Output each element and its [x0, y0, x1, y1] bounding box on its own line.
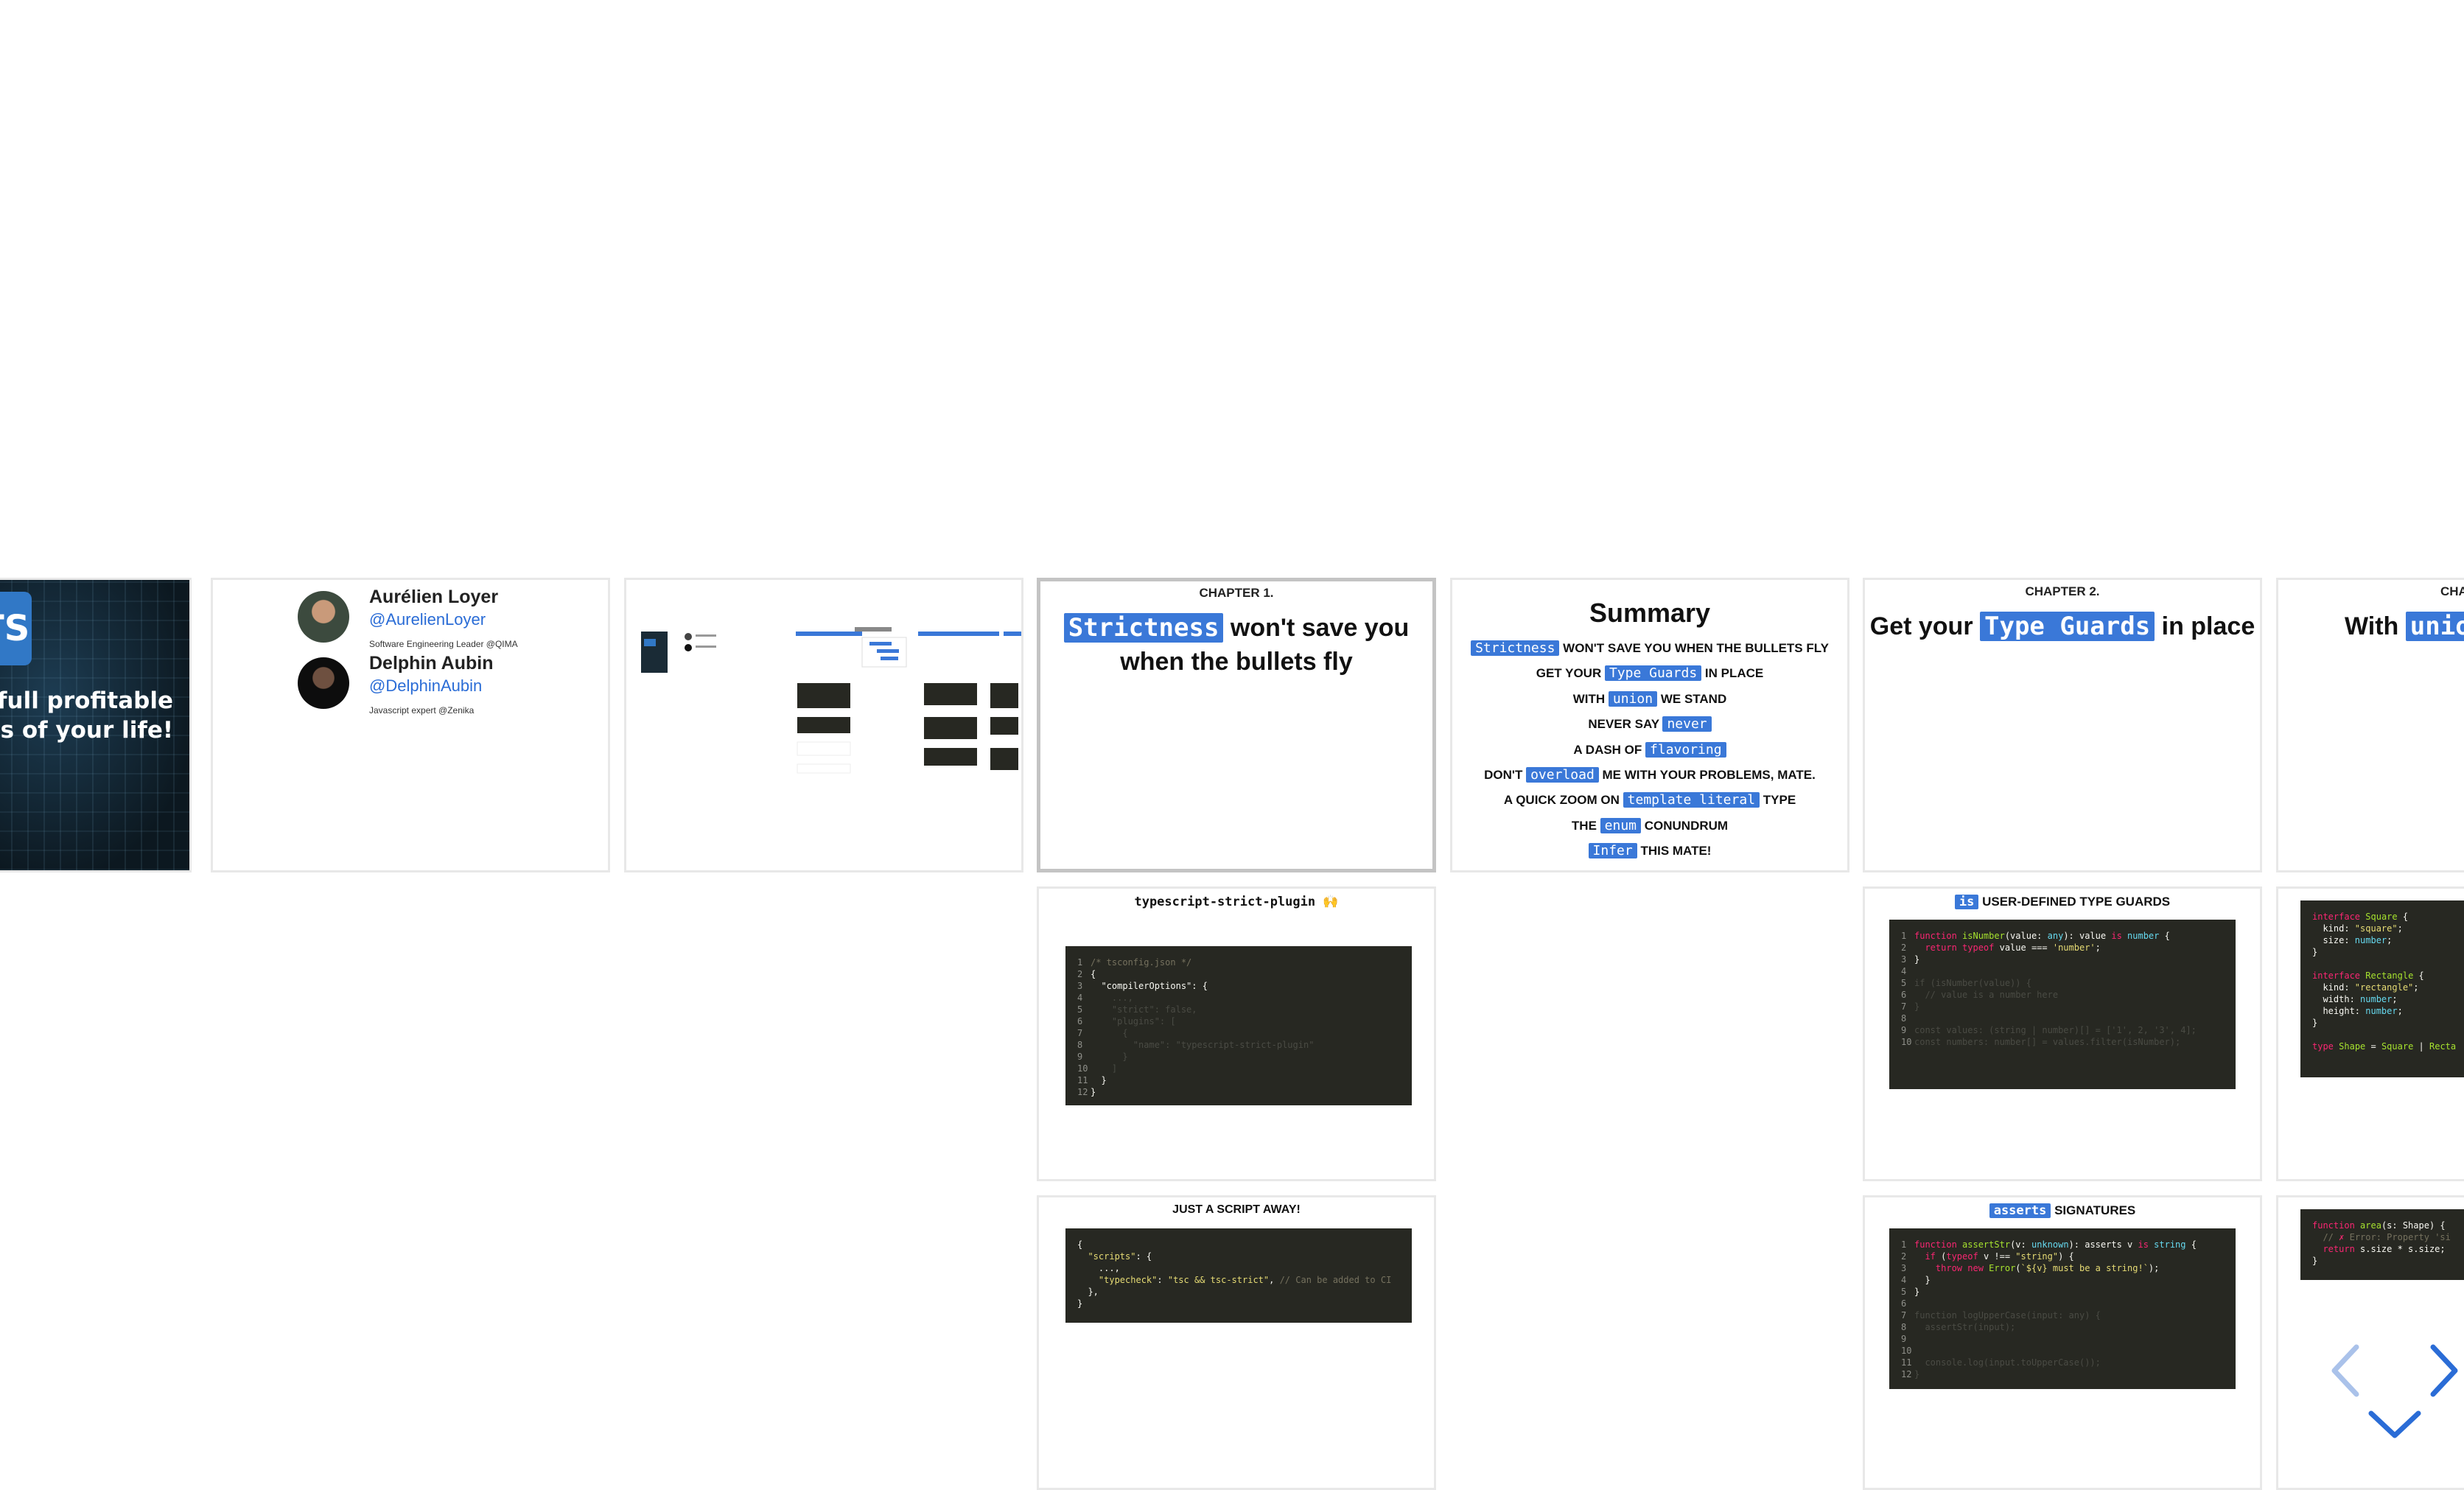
slide-overview-map[interactable] [624, 578, 1023, 872]
summary-item: A DASH OF flavoring [1452, 738, 1847, 763]
cover-title-line-1: nfull profitable [0, 688, 173, 714]
slide-user-guards[interactable]: is USER-DEFINED TYPE GUARDS 1 function is… [1863, 886, 2262, 1181]
chapter-title: With unio [2345, 609, 2464, 643]
summary-item: Infer THIS MATE! [1452, 839, 1847, 864]
slide-heading: asserts SIGNATURES [1865, 1203, 2260, 1218]
chevron-down-icon [2368, 1410, 2421, 1438]
code-block: { "scripts": { ..., "typecheck": "tsc &&… [1065, 1228, 1412, 1323]
author-handle[interactable]: @DelphinAubin [369, 676, 482, 696]
author-name: Aurélien Loyer [369, 587, 499, 607]
author-role: Javascript expert @Zenika [369, 705, 475, 716]
overview-map-thumbnail [641, 627, 1021, 774]
code-block: 1 function assertStr(v: unknown): asserts… [1889, 1228, 2236, 1389]
summary-item: WITH union WE STAND [1572, 690, 1727, 707]
chapter-label: CHA [2440, 584, 2464, 598]
chevron-left-icon [2331, 1344, 2359, 1397]
slide-chapter-2[interactable]: CHAPTER 2. Get your Type Guards in place [1863, 578, 2262, 872]
typescript-logo: TS [0, 592, 32, 665]
author-name: Delphin Aubin [369, 653, 494, 674]
summary-item: A QUICK ZOOM ON template literal TYPE [1503, 792, 1796, 808]
chevron-right-icon [2430, 1344, 2458, 1397]
highlight-keyword: Type Guards [1980, 612, 2155, 641]
summary-item: GET YOUR Type Guards IN PLACE [1536, 665, 1764, 682]
previous-slide-button[interactable] [2328, 1343, 2361, 1399]
author-role: Software Engineering Leader @QIMA [369, 639, 518, 649]
summary-item: THE enum CONUNDRUM [1571, 817, 1729, 833]
chapter-label: CHAPTER 2. [2025, 584, 2100, 598]
chapter-title: Get your Type Guards in place [1869, 612, 2255, 641]
slide-authors[interactable]: Aurélien Loyer @AurelienLoyer Software E… [211, 578, 610, 872]
summary-list: Strictness WON'T SAVE YOU WHEN THE BULLE… [1452, 636, 1847, 864]
slide-strict-plugin[interactable]: typescript-strict-plugin 🙌 1/* tsconfig.… [1037, 886, 1436, 1181]
code-block: 1/* tsconfig.json */ 2{ 3 "compilerOptio… [1065, 946, 1412, 1105]
slide-heading: is USER-DEFINED TYPE GUARDS [1865, 895, 2260, 909]
highlight-keyword: Strictness [1063, 613, 1224, 643]
slide-heading: typescript-strict-plugin 🙌 [1134, 895, 1339, 909]
chapter-label: CHAPTER 1. [1199, 586, 1274, 600]
author-handle[interactable]: @AurelienLoyer [369, 610, 486, 629]
code-block: 1 function isNumber(value: any): value is… [1889, 920, 2236, 1089]
avatar [298, 657, 349, 709]
slide-chapter-3[interactable]: CHA With unio [2276, 578, 2464, 872]
avatar [298, 591, 349, 643]
summary-title: Summary [1589, 598, 1711, 628]
cover-title-line-2: tes of your life! [0, 717, 173, 744]
summary-item: NEVER SAY never [1452, 712, 1847, 737]
chapter-title: Strictness won't save you when the bulle… [1040, 611, 1432, 679]
slide-cover[interactable]: TS nfull profitable tes of your life! [0, 578, 192, 872]
slide-asserts[interactable]: asserts SIGNATURES 1 function assertStr(v… [1863, 1195, 2262, 1490]
next-slide-button[interactable] [2429, 1343, 2461, 1399]
code-block: interface Square { kind: "square"; size:… [2300, 900, 2464, 1077]
summary-item: DON'T overload ME WITH YOUR PROBLEMS, MA… [1484, 767, 1816, 783]
slide-chapter-1[interactable]: CHAPTER 1. Strictness won't save you whe… [1037, 578, 1436, 872]
slide-union-shapes[interactable]: interface Square { kind: "square"; size:… [2276, 886, 2464, 1181]
code-block: function area(s: Shape) { // ✗ Error: Pr… [2300, 1209, 2464, 1280]
summary-item: Strictness WON'T SAVE YOU WHEN THE BULLE… [1452, 636, 1847, 661]
slide-script-away[interactable]: JUST A SCRIPT AWAY! { "scripts": { ..., … [1037, 1195, 1436, 1490]
highlight-keyword: unio [2405, 612, 2464, 641]
slide-heading: JUST A SCRIPT AWAY! [1172, 1203, 1301, 1216]
slide-summary[interactable]: Summary Strictness WON'T SAVE YOU WHEN T… [1450, 578, 1849, 872]
down-slide-button[interactable] [2367, 1409, 2423, 1441]
